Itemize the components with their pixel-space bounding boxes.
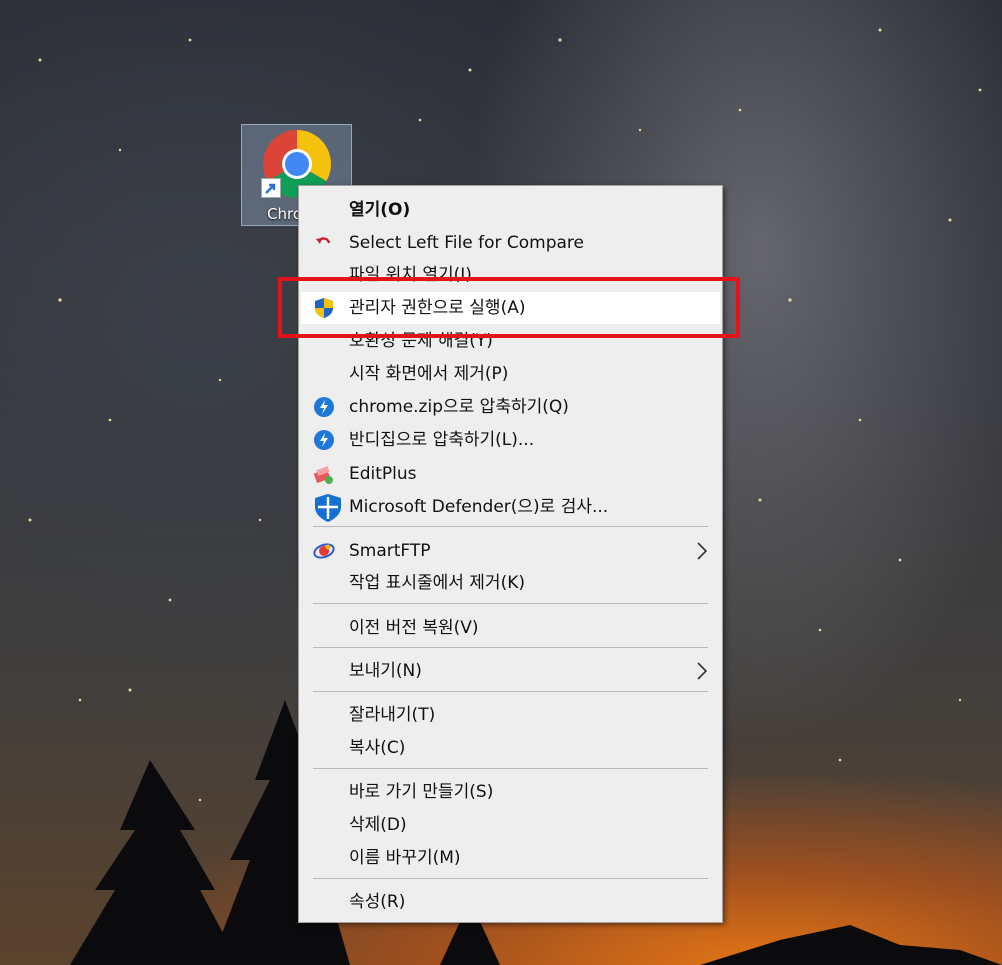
menu-separator [313,878,708,879]
menu-item-label: Microsoft Defender(으)로 검사... [349,497,609,517]
menu-item-label: SmartFTP [349,541,431,561]
menu-separator [313,647,708,648]
menu-item-label: 반디집으로 압축하기(L)... [349,430,535,450]
menu-separator [313,691,708,692]
menu-item-label: 바로 가기 만들기(S) [349,782,494,802]
menu-item-send-to[interactable]: 보내기(N) [301,655,720,687]
menu-item-select-left-compare[interactable]: Select Left File for Compare [301,227,720,259]
bandizip-icon [314,430,334,450]
menu-item-label: EditPlus [349,464,417,484]
menu-item-rename[interactable]: 이름 바꾸기(M) [301,842,720,874]
menu-item-copy[interactable]: 복사(C) [301,732,720,764]
menu-item-smartftp[interactable]: SmartFTP [301,535,720,567]
menu-item-label: 복사(C) [349,738,406,758]
menu-item-unpin-taskbar[interactable]: 작업 표시줄에서 제거(K) [301,567,720,599]
undo-arrow-icon [316,237,331,244]
menu-item-label: 이름 바꾸기(M) [349,848,461,868]
menu-item-label: 시작 화면에서 제거(P) [349,364,509,384]
menu-separator [313,768,708,769]
menu-item-label: 잘라내기(T) [349,705,436,725]
chevron-right-icon [697,662,708,680]
menu-item-properties[interactable]: 속성(R) [301,886,720,918]
menu-item-label: 이전 버전 복원(V) [349,618,479,638]
menu-item-label: Select Left File for Compare [349,233,584,253]
menu-item-label: 보내기(N) [349,661,422,681]
menu-item-restore-previous[interactable]: 이전 버전 복원(V) [301,612,720,644]
menu-separator [313,603,708,604]
editplus-icon [313,466,333,484]
menu-item-editplus[interactable]: EditPlus [301,458,720,490]
menu-item-open[interactable]: 열기(O) [301,194,720,226]
shortcut-arrow-icon [261,178,281,198]
menu-item-label: 열기(O) [349,200,411,220]
bandizip-icon [314,397,334,417]
menu-item-label: 속성(R) [349,892,406,912]
menu-item-bandizip-compress[interactable]: 반디집으로 압축하기(L)... [301,424,720,456]
menu-item-label: 삭제(D) [349,815,407,835]
defender-icon [315,494,341,522]
menu-separator [313,526,708,527]
smartftp-icon [313,543,335,559]
menu-item-defender-scan[interactable]: Microsoft Defender(으)로 검사... [301,491,720,523]
menu-item-label: 작업 표시줄에서 제거(K) [349,573,525,593]
menu-item-label: chrome.zip으로 압축하기(Q) [349,397,569,417]
menu-item-create-shortcut[interactable]: 바로 가기 만들기(S) [301,776,720,808]
menu-item-zip-chrome[interactable]: chrome.zip으로 압축하기(Q) [301,391,720,423]
menu-item-cut[interactable]: 잘라내기(T) [301,699,720,731]
red-highlight-box [278,277,740,338]
menu-item-unpin-start[interactable]: 시작 화면에서 제거(P) [301,358,720,390]
chevron-right-icon [697,542,708,560]
menu-item-delete[interactable]: 삭제(D) [301,809,720,841]
